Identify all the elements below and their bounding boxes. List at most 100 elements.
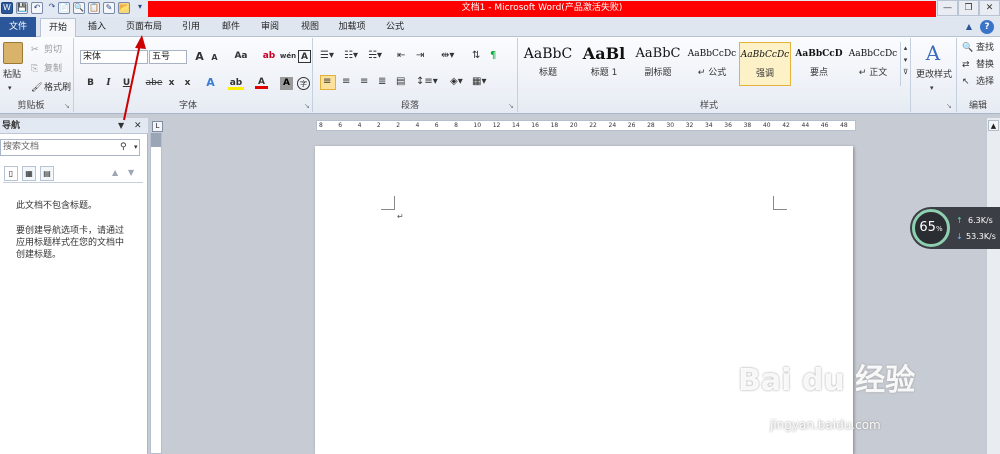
redo-icon[interactable]: ↷: [46, 2, 58, 14]
shading-icon[interactable]: ◈▾: [450, 76, 463, 88]
edit-icon[interactable]: ✎: [103, 2, 115, 14]
vertical-scrollbar[interactable]: ▲: [986, 118, 1000, 454]
phonetic-guide-button[interactable]: wén: [279, 50, 297, 63]
pages-view-icon[interactable]: ▦: [22, 166, 36, 181]
change-styles-icon[interactable]: A: [922, 42, 944, 64]
select-icon[interactable]: ↖: [962, 76, 970, 88]
previous-result-icon[interactable]: ▲: [112, 167, 118, 179]
borders-icon[interactable]: ▦▾: [472, 76, 486, 88]
styles-launcher-icon[interactable]: ↘: [946, 100, 952, 112]
navigation-options-icon[interactable]: ▼: [118, 120, 124, 132]
cut-icon[interactable]: ✂: [31, 44, 39, 56]
next-result-icon[interactable]: ▼: [128, 167, 134, 179]
document-page[interactable]: ↵: [315, 146, 853, 454]
style-equation[interactable]: AaBbCcDc ↵ 公式: [686, 42, 738, 86]
superscript-button[interactable]: x: [181, 77, 194, 90]
bullets-icon[interactable]: ☰▾: [320, 50, 334, 62]
tab-review[interactable]: 审阅: [255, 18, 285, 37]
print-preview-icon[interactable]: 🔍: [73, 2, 85, 14]
line-spacing-icon[interactable]: ↕≡▾: [416, 76, 438, 88]
style-normal[interactable]: AaBbCcDc ↵ 正文: [847, 42, 899, 86]
tab-home[interactable]: 开始: [40, 18, 76, 38]
new-document-icon[interactable]: 📄: [58, 2, 70, 14]
change-styles-button[interactable]: 更改样式: [914, 69, 954, 81]
help-icon[interactable]: ?: [980, 20, 994, 34]
strikethrough-button[interactable]: abe: [144, 77, 164, 90]
character-border-button[interactable]: A: [298, 50, 311, 63]
font-name-combo[interactable]: 宋体: [80, 50, 148, 64]
paste-special-icon[interactable]: 📋: [88, 2, 100, 14]
paragraph-launcher-icon[interactable]: ↘: [508, 100, 514, 112]
paste-icon[interactable]: [3, 42, 23, 64]
restore-button[interactable]: ❐: [958, 0, 979, 16]
styles-more-icon[interactable]: ⊽: [901, 66, 910, 78]
navigation-close-icon[interactable]: ✕: [134, 120, 142, 132]
close-window-button[interactable]: ✕: [979, 0, 1000, 16]
align-center-icon[interactable]: ≡: [342, 76, 350, 88]
navigation-search-icon[interactable]: ⚲: [120, 141, 127, 153]
clear-formatting-button[interactable]: ab: [262, 50, 276, 63]
copy-button[interactable]: 复制: [44, 63, 62, 75]
tab-mailings[interactable]: 邮件: [216, 18, 246, 37]
styles-scroll-up-icon[interactable]: ▴: [901, 42, 910, 54]
subscript-button[interactable]: x: [165, 77, 178, 90]
cut-button[interactable]: 剪切: [44, 44, 62, 56]
change-case-button[interactable]: Aa: [232, 50, 250, 63]
chinese-layout-icon[interactable]: ⇹▾: [441, 50, 454, 62]
multilevel-list-icon[interactable]: ☵▾: [368, 50, 382, 62]
vertical-ruler[interactable]: [150, 133, 162, 454]
increase-indent-icon[interactable]: ⇥: [416, 50, 424, 62]
numbering-icon[interactable]: ☷▾: [344, 50, 358, 62]
text-effects-button[interactable]: A: [204, 76, 217, 89]
undo-icon[interactable]: ↶: [31, 2, 43, 14]
style-title[interactable]: AaBbC 标题: [522, 42, 574, 86]
character-shading-button[interactable]: A: [280, 77, 293, 90]
minimize-button[interactable]: —: [937, 0, 958, 16]
shrink-font-button[interactable]: A: [208, 51, 221, 64]
tab-selector-button[interactable]: L: [152, 121, 163, 132]
results-view-icon[interactable]: ▤: [40, 166, 54, 181]
decrease-indent-icon[interactable]: ⇤: [397, 50, 405, 62]
style-key-point[interactable]: AaBbCcD 要点: [793, 42, 845, 86]
find-button[interactable]: 查找: [976, 42, 994, 54]
navigation-search-dropdown-icon[interactable]: ▾: [134, 141, 138, 153]
tab-references[interactable]: 引用: [176, 18, 206, 37]
word-app-icon[interactable]: W: [1, 2, 13, 14]
font-color-button[interactable]: A: [255, 76, 268, 89]
distributed-icon[interactable]: ▤: [396, 76, 405, 88]
paste-button[interactable]: 粘贴: [3, 69, 21, 81]
format-painter-button[interactable]: 格式刷: [44, 82, 71, 94]
replace-icon[interactable]: ⇄: [962, 59, 970, 71]
tab-insert[interactable]: 插入: [82, 18, 112, 37]
highlight-button[interactable]: ab: [228, 77, 244, 90]
format-painter-icon[interactable]: 🖌: [31, 82, 42, 94]
justify-icon[interactable]: ≣: [378, 76, 386, 88]
scroll-up-icon[interactable]: ▲: [988, 120, 999, 131]
paste-dropdown-icon[interactable]: ▾: [8, 82, 12, 94]
show-marks-icon[interactable]: ¶: [490, 50, 496, 62]
tab-page-layout[interactable]: 页面布局: [122, 18, 166, 37]
style-subtitle[interactable]: AaBbC 副标题: [632, 42, 684, 86]
customize-toolbar-icon[interactable]: ▾: [134, 2, 146, 14]
replace-button[interactable]: 替换: [976, 59, 994, 71]
style-heading-1[interactable]: AaBl 标题 1: [578, 42, 630, 86]
tab-view[interactable]: 视图: [295, 18, 325, 37]
tab-equation[interactable]: 公式: [380, 18, 410, 37]
align-right-icon[interactable]: ≡: [360, 76, 368, 88]
style-emphasis[interactable]: AaBbCcDc 强调: [739, 42, 791, 86]
underline-button[interactable]: U: [120, 77, 133, 90]
copy-icon[interactable]: ⎘: [31, 63, 38, 75]
headings-view-icon[interactable]: ▯: [4, 166, 18, 181]
italic-button[interactable]: I: [102, 77, 115, 90]
change-styles-dropdown-icon[interactable]: ▾: [930, 82, 934, 94]
collapse-ribbon-icon[interactable]: ▲: [962, 21, 976, 33]
find-icon[interactable]: 🔍: [962, 42, 973, 54]
font-size-combo[interactable]: 五号: [149, 50, 187, 64]
tab-file[interactable]: 文件: [0, 17, 36, 37]
sort-icon[interactable]: ⇅: [472, 50, 480, 62]
select-button[interactable]: 选择: [976, 76, 994, 88]
bold-button[interactable]: B: [84, 77, 97, 90]
styles-scroll[interactable]: ▴ ▾ ⊽: [900, 42, 910, 86]
save-icon[interactable]: 💾: [16, 2, 28, 14]
styles-scroll-down-icon[interactable]: ▾: [901, 54, 910, 66]
